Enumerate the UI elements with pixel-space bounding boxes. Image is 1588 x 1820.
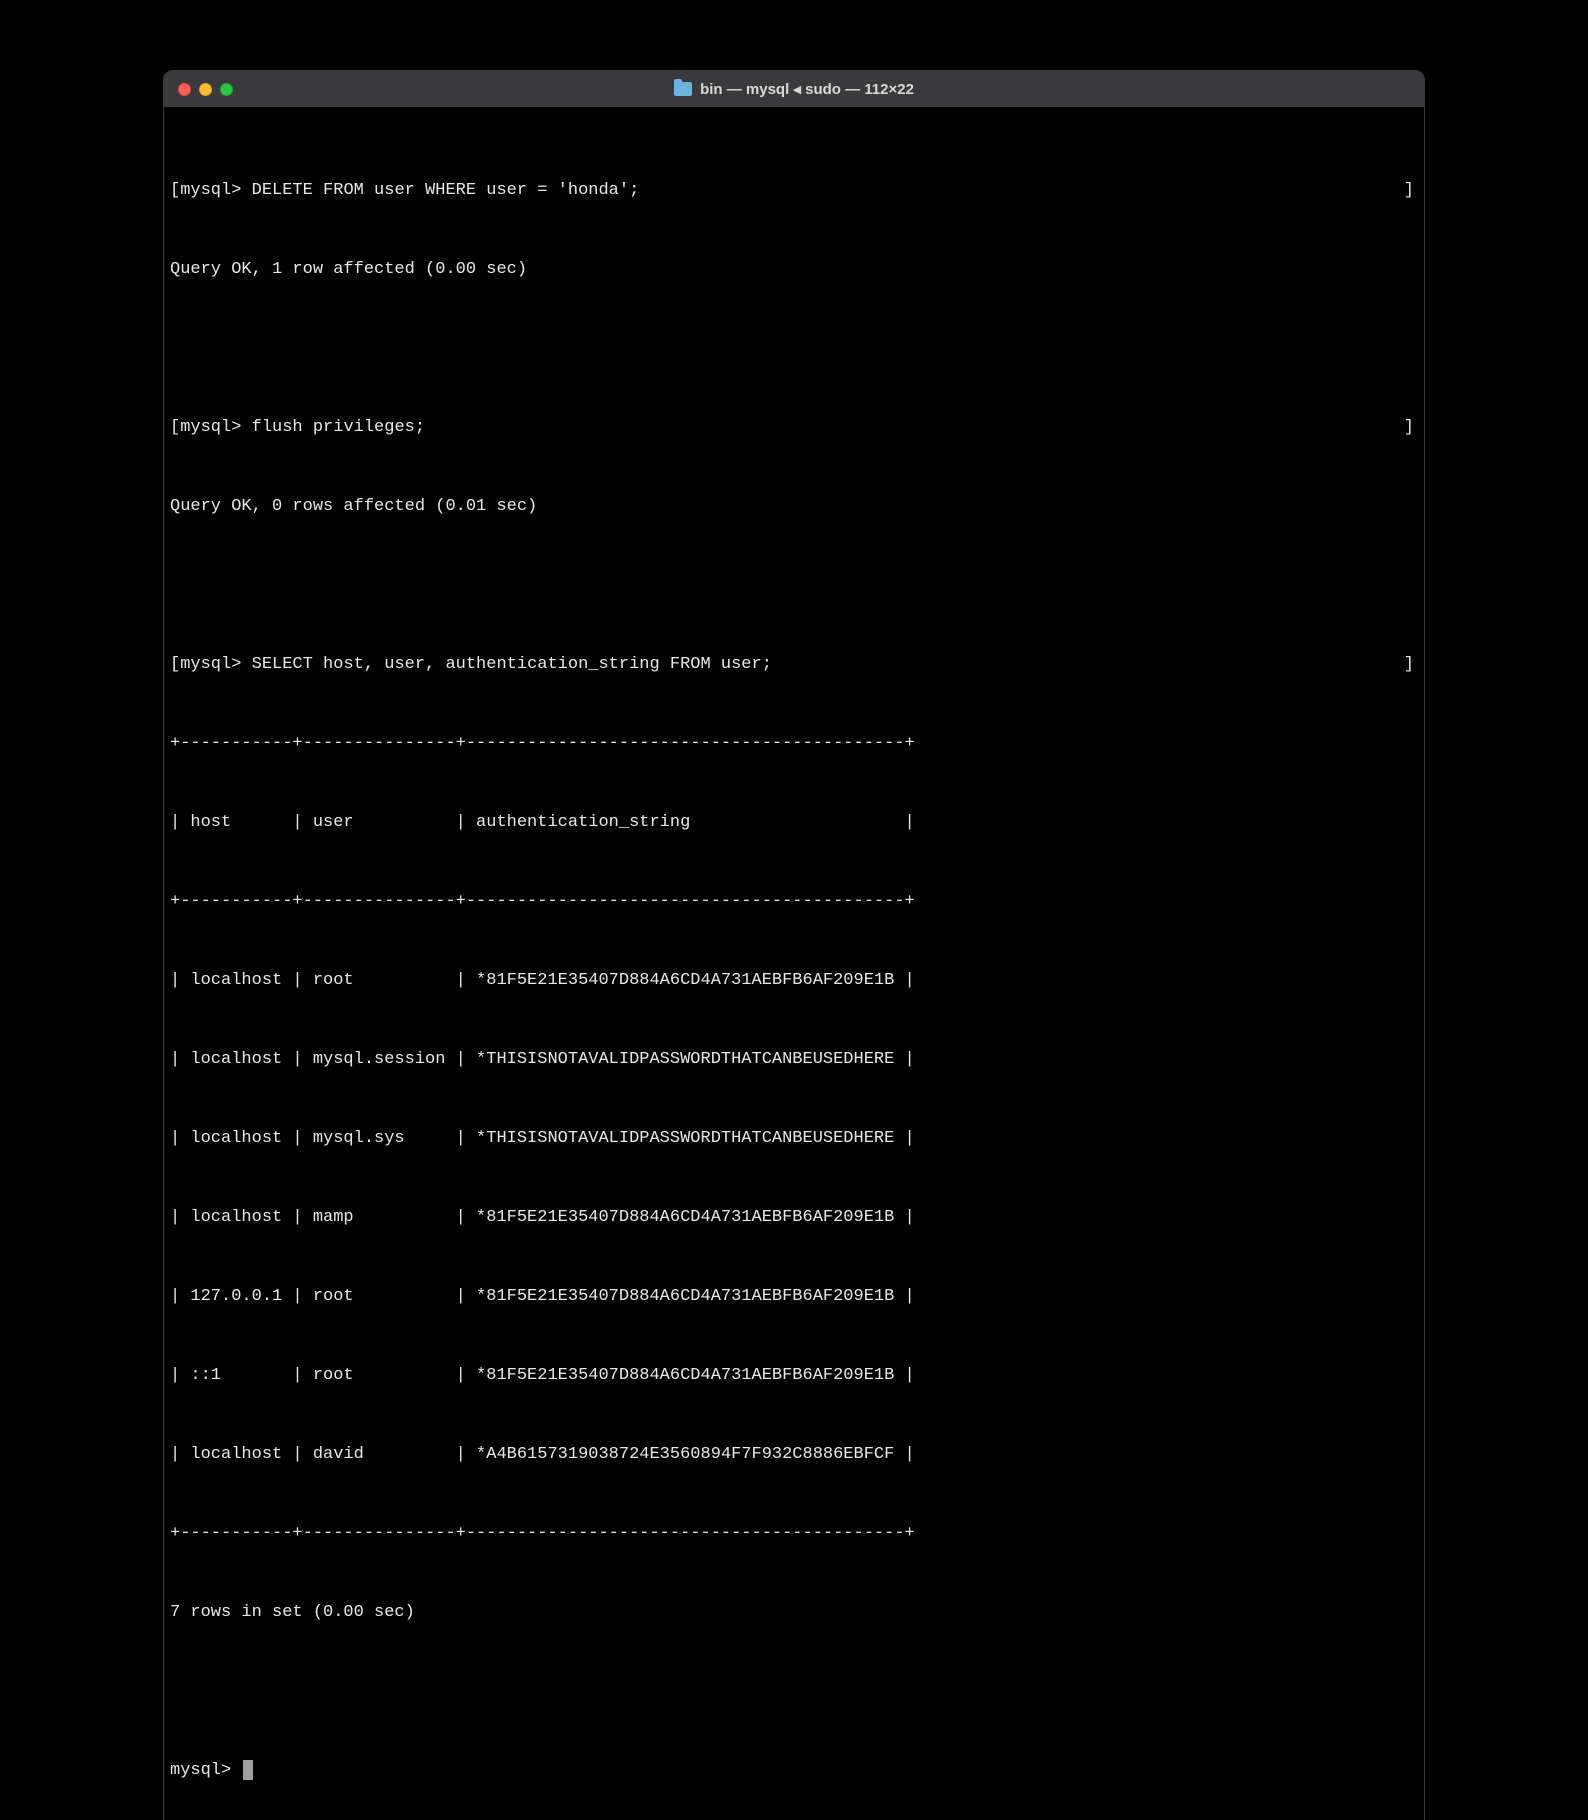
table-row: | localhost | root | *81F5E21E35407D884A… — [170, 968, 1414, 994]
sql-command: DELETE FROM user WHERE user = 'honda'; — [252, 181, 640, 200]
bracket-left: [ — [170, 415, 180, 441]
close-icon[interactable] — [178, 83, 191, 96]
bracket-right: ] — [1404, 178, 1414, 204]
result-line-2: Query OK, 0 rows affected (0.01 sec) — [170, 494, 1414, 520]
command-line-2: [mysql> flush privileges;] — [170, 415, 1414, 441]
window-titlebar[interactable]: bin — mysql ◂ sudo — 112×22 — [164, 71, 1424, 107]
zoom-icon[interactable] — [220, 83, 233, 96]
query-result: Query OK, 0 rows affected (0.01 sec) — [170, 494, 537, 520]
terminal-window: bin — mysql ◂ sudo — 112×22 [mysql> DELE… — [163, 70, 1425, 1820]
table-border: +-----------+---------------+-----------… — [170, 1521, 1414, 1547]
table-row: | localhost | mysql.session | *THISISNOT… — [170, 1047, 1414, 1073]
result-line-1: Query OK, 1 row affected (0.00 sec) — [170, 257, 1414, 283]
minimize-icon[interactable] — [199, 83, 212, 96]
mysql-prompt: mysql> — [180, 418, 241, 437]
prompt-line[interactable]: mysql> — [170, 1758, 1414, 1784]
table-row: | localhost | david | *A4B6157319038724E… — [170, 1442, 1414, 1468]
table-header: | host | user | authentication_string | — [170, 810, 1414, 836]
command-line-1: [mysql> DELETE FROM user WHERE user = 'h… — [170, 178, 1414, 204]
table-footer: 7 rows in set (0.00 sec) — [170, 1600, 1414, 1626]
bracket-left: [ — [170, 652, 180, 678]
blank-line — [170, 1679, 1414, 1705]
sql-command: flush privileges; — [252, 418, 425, 437]
table-row: | localhost | mysql.sys | *THISISNOTAVAL… — [170, 1126, 1414, 1152]
window-title: bin — mysql ◂ sudo — 112×22 — [164, 80, 1424, 98]
folder-icon — [674, 82, 692, 96]
query-result: Query OK, 1 row affected (0.00 sec) — [170, 257, 527, 283]
blank-line — [170, 336, 1414, 362]
table-border: +-----------+---------------+-----------… — [170, 889, 1414, 915]
traffic-lights — [178, 83, 233, 96]
bracket-right: ] — [1404, 652, 1414, 678]
bracket-right: ] — [1404, 415, 1414, 441]
mysql-prompt: mysql> — [180, 655, 241, 674]
cursor-icon — [243, 1760, 253, 1780]
command-line-3: [mysql> SELECT host, user, authenticatio… — [170, 652, 1414, 678]
table-border: +-----------+---------------+-----------… — [170, 731, 1414, 757]
window-title-text: bin — mysql ◂ sudo — 112×22 — [700, 80, 914, 98]
blank-line — [170, 573, 1414, 599]
bracket-left: [ — [170, 178, 180, 204]
terminal-body[interactable]: [mysql> DELETE FROM user WHERE user = 'h… — [164, 107, 1424, 1820]
table-row: | localhost | mamp | *81F5E21E35407D884A… — [170, 1205, 1414, 1231]
table-row: | 127.0.0.1 | root | *81F5E21E35407D884A… — [170, 1284, 1414, 1310]
mysql-prompt: mysql> — [180, 181, 241, 200]
mysql-prompt: mysql> — [170, 1761, 241, 1780]
sql-command: SELECT host, user, authentication_string… — [252, 655, 772, 674]
table-row: | ::1 | root | *81F5E21E35407D884A6CD4A7… — [170, 1363, 1414, 1389]
